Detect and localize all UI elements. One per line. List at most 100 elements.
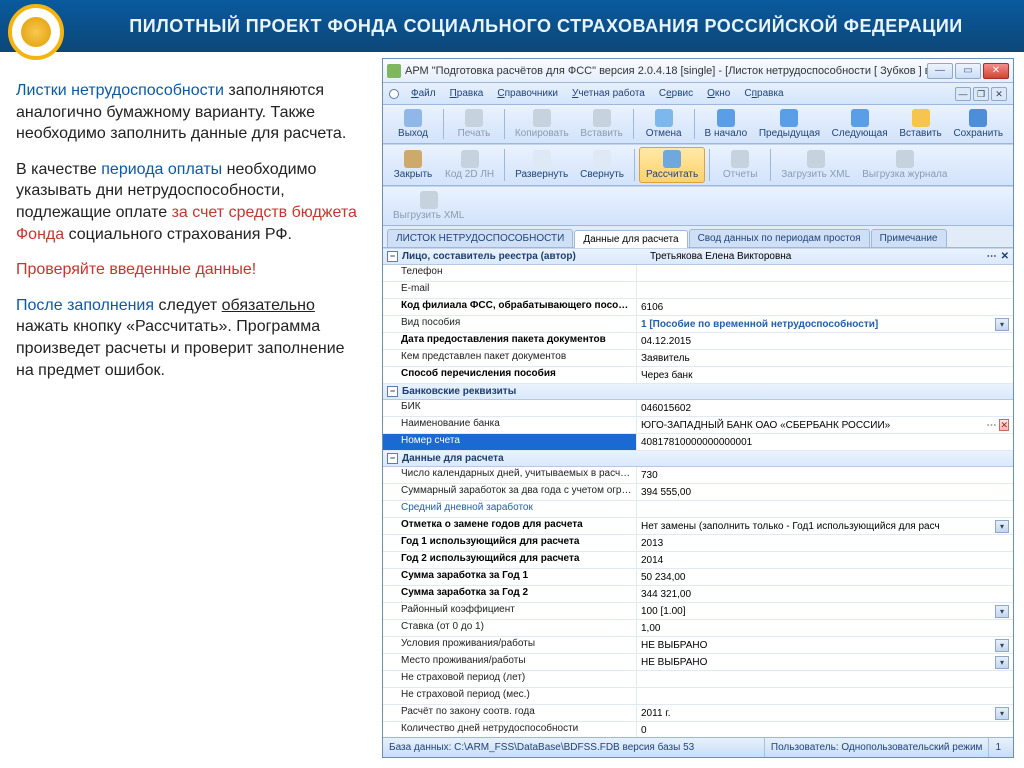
pick-author[interactable]: ⋯ xyxy=(987,251,997,262)
section-calc[interactable]: −Данные для расчета xyxy=(383,451,1013,467)
lbl-sum2: Суммарный заработок за два года с учетом… xyxy=(383,484,637,500)
tb-expand[interactable]: Развернуть xyxy=(509,147,574,183)
val-who[interactable]: Заявитель xyxy=(637,350,1013,366)
minimize-button[interactable]: — xyxy=(927,63,953,79)
menu-work[interactable]: Учетная работа xyxy=(566,86,651,101)
val-sum2[interactable]: 394 555,00 xyxy=(637,484,1013,500)
tb-print[interactable]: Печать xyxy=(448,107,500,141)
dropdown-icon[interactable]: ▾ xyxy=(995,605,1009,618)
val-phone[interactable] xyxy=(637,265,1013,281)
val-npm[interactable] xyxy=(637,688,1013,704)
val-cond[interactable]: НЕ ВЫБРАНО▾ xyxy=(637,637,1013,653)
mdi-close[interactable]: ✕ xyxy=(991,87,1007,101)
lbl-mark: Отметка о замене годов для расчета xyxy=(383,518,637,534)
app-window: АРМ "Подготовка расчётов для ФСС" версия… xyxy=(382,58,1014,758)
tb-save[interactable]: Сохранить xyxy=(948,107,1009,141)
tb-next[interactable]: Следующая xyxy=(826,107,894,141)
tb-exportlog[interactable]: Выгрузка журнала xyxy=(856,147,953,183)
tb-prev[interactable]: Предыдущая xyxy=(753,107,826,141)
tb-collapse[interactable]: Свернуть xyxy=(574,147,630,183)
tb-exit[interactable]: Выход xyxy=(387,107,439,141)
collapse-icon[interactable]: − xyxy=(387,251,398,262)
val-y2[interactable]: 2014 xyxy=(637,552,1013,568)
tb-undo[interactable]: Отмена xyxy=(638,107,690,141)
val-place[interactable]: НЕ ВЫБРАНО▾ xyxy=(637,654,1013,670)
tb-copy[interactable]: Копировать xyxy=(509,107,575,141)
toolbar-row-3: Выгрузить XML xyxy=(383,186,1013,226)
val-type[interactable]: 1 [Пособие по временной нетрудоспособнос… xyxy=(637,316,1013,332)
collapse-icon[interactable]: − xyxy=(387,453,398,464)
lbl-avg: Средний дневной заработок xyxy=(383,501,637,517)
val-date[interactable]: 04.12.2015 xyxy=(637,333,1013,349)
menu-refs[interactable]: Справочники xyxy=(491,86,564,101)
tb-paste[interactable]: Вставить xyxy=(575,107,629,141)
menu-bar: Файл Правка Справочники Учетная работа С… xyxy=(383,83,1013,105)
val-rk[interactable]: 100 [1.00]▾ xyxy=(637,603,1013,619)
lbl-date: Дата предоставления пакета документов xyxy=(383,333,637,349)
tab-note[interactable]: Примечание xyxy=(871,229,947,247)
val-dn[interactable]: 0 xyxy=(637,722,1013,737)
status-page: 1 xyxy=(988,738,1007,757)
menu-window[interactable]: Окно xyxy=(701,86,736,101)
lbl-place: Место проживания/работы xyxy=(383,654,637,670)
val-s2[interactable]: 344 321,00 xyxy=(637,586,1013,602)
pick-bank[interactable]: ⋯ xyxy=(986,420,997,431)
val-bik[interactable]: 046015602 xyxy=(637,400,1013,416)
tb-first[interactable]: В начало xyxy=(699,107,753,141)
warning-text: Проверяйте введенные данные! xyxy=(16,259,366,281)
lbl-bik: БИК xyxy=(383,400,637,416)
menu-edit[interactable]: Правка xyxy=(444,86,490,101)
val-mark[interactable]: Нет замены (заполнить только - Год1 испо… xyxy=(637,518,1013,534)
dropdown-icon[interactable]: ▾ xyxy=(995,656,1009,669)
val-rate[interactable]: 1,00 xyxy=(637,620,1013,636)
menu-file[interactable]: Файл xyxy=(405,86,442,101)
menu-service[interactable]: Сервис xyxy=(653,86,699,101)
lbl-rate: Ставка (от 0 до 1) xyxy=(383,620,637,636)
lbl-paymode: Способ перечисления пособия xyxy=(383,367,637,383)
dropdown-icon[interactable]: ▾ xyxy=(995,520,1009,533)
tb-exportxml[interactable]: Выгрузить XML xyxy=(387,189,470,223)
val-days[interactable]: 730 xyxy=(637,467,1013,483)
val-law[interactable]: 2011 г.▾ xyxy=(637,705,1013,721)
tab-calc-data[interactable]: Данные для расчета xyxy=(574,230,687,248)
mdi-minimize[interactable]: — xyxy=(955,87,971,101)
val-npy[interactable] xyxy=(637,671,1013,687)
section-author[interactable]: − Лицо, составитель реестра (автор) Трет… xyxy=(383,249,1013,265)
close-button[interactable]: ✕ xyxy=(983,63,1009,79)
slide-header: ПИЛОТНЫЙ ПРОЕКТ ФОНДА СОЦИАЛЬНОГО СТРАХО… xyxy=(0,0,1024,52)
val-code[interactable]: 6106 xyxy=(637,299,1013,315)
maximize-button[interactable]: ▭ xyxy=(955,63,981,79)
lbl-who: Кем представлен пакет документов xyxy=(383,350,637,366)
clear-bank[interactable]: ✕ xyxy=(999,419,1009,431)
lbl-y1: Год 1 использующийся для расчета xyxy=(383,535,637,551)
dropdown-icon[interactable]: ▾ xyxy=(995,318,1009,331)
lbl-s1: Сумма заработка за Год 1 xyxy=(383,569,637,585)
val-avg[interactable] xyxy=(637,501,1013,517)
tb-loadxml[interactable]: Загрузить XML xyxy=(775,147,856,183)
collapse-icon[interactable]: − xyxy=(387,386,398,397)
menu-help[interactable]: Справка xyxy=(738,86,789,101)
tab-summary[interactable]: Свод данных по периодам простоя xyxy=(689,229,870,247)
tb-reports[interactable]: Отчеты xyxy=(714,147,766,183)
val-bankname[interactable]: ЮГО-ЗАПАДНЫЙ БАНК ОАО «СБЕРБАНК РОССИИ»⋯… xyxy=(637,417,1013,433)
tab-sheet[interactable]: ЛИСТОК НЕТРУДОСПОСОБНОСТИ xyxy=(387,229,573,247)
fss-logo xyxy=(8,4,64,60)
tb-code2d[interactable]: Код 2D ЛН xyxy=(439,147,500,183)
val-account[interactable]: 40817810000000000001 xyxy=(637,434,1013,450)
val-y1[interactable]: 2013 xyxy=(637,535,1013,551)
val-email[interactable] xyxy=(637,282,1013,298)
lbl-type: Вид пособия xyxy=(383,316,637,332)
tabs-bar: ЛИСТОК НЕТРУДОСПОСОБНОСТИ Данные для рас… xyxy=(383,226,1013,248)
slide-title: ПИЛОТНЫЙ ПРОЕКТ ФОНДА СОЦИАЛЬНОГО СТРАХО… xyxy=(76,16,1016,37)
section-bank[interactable]: −Банковские реквизиты xyxy=(383,384,1013,400)
tb-calc[interactable]: Рассчитать xyxy=(639,147,705,183)
mdi-restore[interactable]: ❐ xyxy=(973,87,989,101)
tb-insert[interactable]: Вставить xyxy=(893,107,947,141)
val-paymode[interactable]: Через банк xyxy=(637,367,1013,383)
author-value[interactable]: Третьякова Елена Викторовна xyxy=(650,251,983,262)
clear-author[interactable]: ✕ xyxy=(1001,251,1009,262)
val-s1[interactable]: 50 234,00 xyxy=(637,569,1013,585)
tb-close[interactable]: Закрыть xyxy=(387,147,439,183)
dropdown-icon[interactable]: ▾ xyxy=(995,707,1009,720)
dropdown-icon[interactable]: ▾ xyxy=(995,639,1009,652)
